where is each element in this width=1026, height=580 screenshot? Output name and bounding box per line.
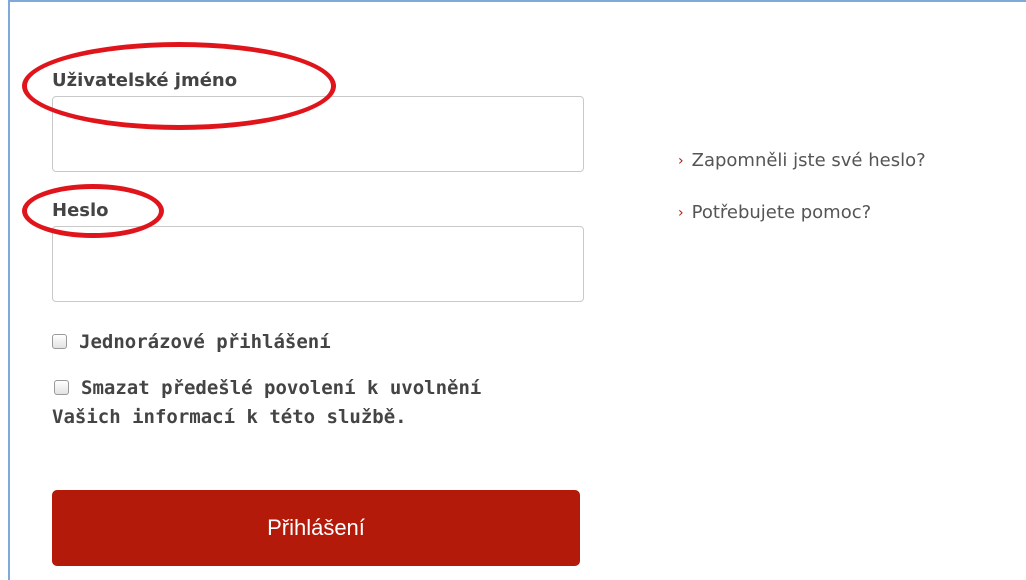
- username-input[interactable]: [52, 96, 584, 172]
- chevron-right-icon: ›: [678, 205, 684, 221]
- clear-consent-checkbox[interactable]: [54, 380, 69, 395]
- forgot-password-link[interactable]: › Zapomněli jste své heslo?: [678, 150, 926, 171]
- chevron-right-icon: ›: [678, 153, 684, 169]
- one-time-login-option: Jednorázové přihlášení: [52, 328, 512, 357]
- clear-consent-label: Smazat předešlé povolení k uvolnění Vaši…: [52, 377, 482, 428]
- need-help-text: Potřebujete pomoc?: [691, 202, 872, 223]
- frame-left-border: [8, 0, 10, 580]
- one-time-login-checkbox[interactable]: [52, 334, 67, 349]
- login-button[interactable]: Přihlášení: [52, 490, 580, 566]
- login-form: Uživatelské jméno Heslo Jednorázové přih…: [52, 0, 592, 580]
- password-input[interactable]: [52, 226, 584, 302]
- password-label: Heslo: [52, 200, 109, 221]
- forgot-password-text: Zapomněli jste své heslo?: [691, 150, 926, 171]
- username-label: Uživatelské jméno: [52, 70, 238, 91]
- one-time-login-label: Jednorázové přihlášení: [79, 331, 331, 353]
- need-help-link[interactable]: › Potřebujete pomoc?: [678, 202, 871, 223]
- clear-consent-option: Smazat předešlé povolení k uvolnění Vaši…: [52, 374, 482, 432]
